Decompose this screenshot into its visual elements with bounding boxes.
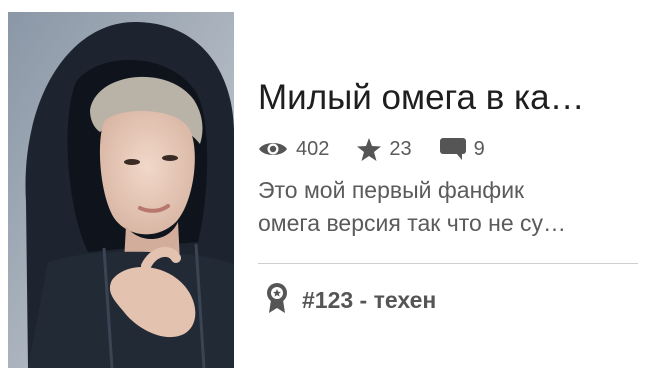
reads-stat: 402 <box>258 138 329 161</box>
story-stats: 402 23 9 <box>258 135 513 163</box>
story-title[interactable]: Милый омега в ка… <box>258 76 643 120</box>
comment-bubble-icon <box>439 138 466 160</box>
votes-stat: 23 <box>357 137 412 161</box>
ranking-tag[interactable]: #123 - техен <box>266 282 437 318</box>
story-card[interactable]: Милый омега в ка… 402 23 9 Это мой первы… <box>0 0 658 382</box>
description-line: Это мой первый фанфик <box>258 177 525 203</box>
ranking-label: #123 - техен <box>302 286 437 313</box>
votes-count: 23 <box>389 137 412 160</box>
comments-stat: 9 <box>439 137 485 161</box>
divider <box>258 263 638 264</box>
description-line: омега версия так что не су… <box>258 210 567 236</box>
comments-count: 9 <box>473 137 485 160</box>
story-description: Это мой первый фанфик омега версия так ч… <box>258 174 643 240</box>
star-icon <box>357 137 382 161</box>
story-cover-image[interactable] <box>8 12 234 368</box>
reads-count: 402 <box>296 137 330 160</box>
eye-icon <box>258 139 288 159</box>
ribbon-badge-icon <box>266 282 288 318</box>
